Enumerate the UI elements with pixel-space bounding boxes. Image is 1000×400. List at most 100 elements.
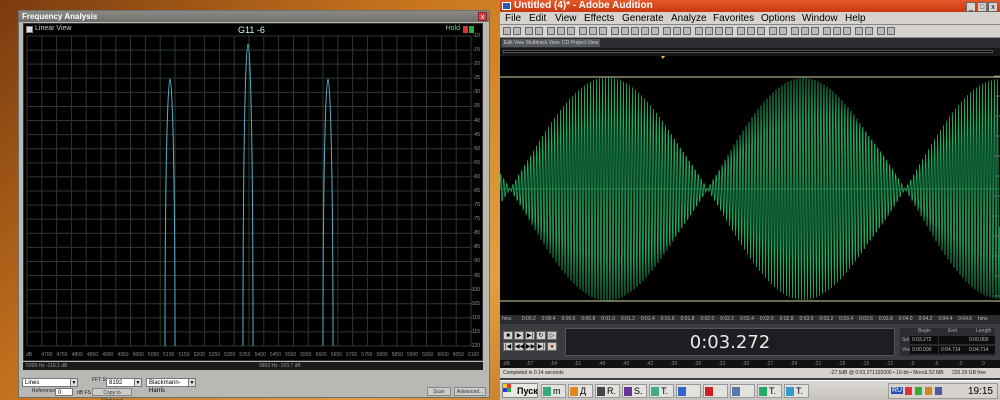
toolbar-button-icon[interactable] (823, 27, 831, 35)
go-start-button[interactable]: |◀ (503, 342, 513, 351)
toolbar-button-icon[interactable] (621, 27, 629, 35)
time-ruler[interactable]: hms 0:00.2 0:00.4 0:00.6 0:00.8 0:01.0 0:01.2 0… (500, 315, 1000, 324)
hold-green-button[interactable] (469, 26, 474, 33)
rewind-button[interactable]: ◀◀ (514, 342, 524, 351)
taskbar-item[interactable]: Д (568, 384, 593, 398)
toolbar-button-icon[interactable] (599, 27, 607, 35)
play-button[interactable]: ▶ (514, 331, 524, 340)
toolbar-button-icon[interactable] (801, 27, 809, 35)
view-length-field[interactable]: 0:04.714 (967, 346, 995, 354)
sel-end-field[interactable] (939, 336, 967, 344)
toolbar-button-icon[interactable] (663, 27, 671, 35)
toolbar-button-icon[interactable] (887, 27, 895, 35)
window-function-select[interactable]: Blackmann-Harris ▼ (146, 378, 196, 394)
taskbar-item[interactable]: S. (622, 384, 647, 398)
stop-button[interactable]: ■ (503, 331, 513, 340)
toolbar-button-icon[interactable] (747, 27, 755, 35)
audition-title[interactable]: Untitled (4)* - Adobe Audition (500, 0, 1000, 12)
copy-to-clipboard-button[interactable]: Copy to Clipboard (92, 388, 132, 400)
toolbar-button-icon[interactable] (877, 27, 885, 35)
taskbar-item[interactable]: T. (784, 384, 809, 398)
toolbar-button-icon[interactable] (503, 27, 511, 35)
toolbar-button-icon[interactable] (737, 27, 745, 35)
menu-help[interactable]: Help (845, 13, 866, 24)
toolbar-button-icon[interactable] (769, 27, 777, 35)
toolbar-button-icon[interactable] (579, 27, 587, 35)
menu-edit[interactable]: Edit (529, 13, 546, 24)
scan-button[interactable]: Scan (427, 387, 451, 396)
menu-window[interactable]: Window (802, 13, 838, 24)
menu-effects[interactable]: Effects (584, 13, 614, 24)
fast-forward-button[interactable]: ▶▶ (525, 342, 535, 351)
toolbar-button-icon[interactable] (525, 27, 533, 35)
toolbar-button-icon[interactable] (567, 27, 575, 35)
frequency-analysis-title[interactable]: Frequency Analysis (19, 11, 489, 22)
view-begin-field[interactable]: 0:00.000 (910, 346, 938, 354)
toolbar-button-icon[interactable] (683, 27, 691, 35)
toolbar-button-icon[interactable] (865, 27, 873, 35)
go-end-button[interactable]: ▶| (536, 342, 546, 351)
toolbar-button-icon[interactable] (791, 27, 799, 35)
close-button[interactable]: x (478, 12, 487, 21)
toolbar-button-icon[interactable] (705, 27, 713, 35)
toolbar-button-icon[interactable] (611, 27, 619, 35)
overview-bar[interactable] (500, 48, 1000, 56)
menu-favorites[interactable]: Favorites (713, 13, 754, 24)
hold-buttons[interactable] (462, 25, 480, 33)
menu-view[interactable]: View (555, 13, 577, 24)
chevron-down-icon[interactable]: ▼ (134, 379, 141, 386)
taskbar-item[interactable]: R. (595, 384, 620, 398)
toolbar-button-icon[interactable] (811, 27, 819, 35)
toolbar-button-icon[interactable] (843, 27, 851, 35)
reference-input[interactable]: 0 (55, 388, 73, 396)
taskbar-item[interactable]: T. (649, 384, 674, 398)
language-indicator[interactable]: RU (891, 387, 904, 394)
menu-generate[interactable]: Generate (622, 13, 664, 24)
advanced-button[interactable]: Advanced... (454, 387, 486, 396)
sel-length-field[interactable]: 0:00.000 (967, 336, 995, 344)
toolbar-button-icon[interactable] (757, 27, 765, 35)
overview-range[interactable] (503, 50, 993, 53)
tray-icon[interactable] (905, 387, 912, 395)
loop-button[interactable]: ↻ (536, 331, 546, 340)
waveform-display[interactable] (500, 56, 1000, 315)
tray-icon[interactable] (935, 387, 942, 395)
chevron-down-icon[interactable]: ▼ (188, 379, 195, 386)
menu-file[interactable]: File (505, 13, 521, 24)
fft-size-select[interactable]: 8192 ▼ (106, 378, 142, 387)
display-mode-select[interactable]: Lines ▼ (22, 378, 78, 387)
toolbar-button-icon[interactable] (833, 27, 841, 35)
toolbar-button-icon[interactable] (855, 27, 863, 35)
hold-red-button[interactable] (463, 26, 468, 33)
toolbar-button-icon[interactable] (651, 27, 659, 35)
linear-view-checkbox[interactable] (26, 26, 33, 33)
toolbar-button-icon[interactable] (641, 27, 649, 35)
tab-multitrack-view[interactable]: Multitrack View (524, 39, 562, 47)
menu-options[interactable]: Options (761, 13, 795, 24)
toolbar-button-icon[interactable] (695, 27, 703, 35)
maximize-button[interactable]: □ (977, 2, 987, 12)
taskbar-item[interactable] (703, 384, 728, 398)
taskbar-item[interactable] (730, 384, 755, 398)
menu-analyze[interactable]: Analyze (671, 13, 707, 24)
spectrum-plot[interactable]: Linear View G11 -6 Hold -10 -15 -20 -25 -30 -… (23, 23, 483, 361)
play-view-button[interactable]: ▷ (547, 331, 557, 340)
toolbar-button-icon[interactable] (673, 27, 681, 35)
record-button[interactable]: ● (547, 342, 557, 351)
tray-icon[interactable] (925, 387, 932, 395)
taskbar-item[interactable]: T. (757, 384, 782, 398)
play-to-end-button[interactable]: ▶| (525, 331, 535, 340)
sel-begin-field[interactable]: 0:03.272 (910, 336, 938, 344)
minimize-button[interactable]: _ (966, 2, 976, 12)
toolbar-button-icon[interactable] (547, 27, 555, 35)
view-end-field[interactable]: 0:04.714 (939, 346, 967, 354)
taskbar-item[interactable]: m (541, 384, 566, 398)
toolbar-button-icon[interactable] (513, 27, 521, 35)
taskbar-item[interactable] (676, 384, 701, 398)
toolbar-button-icon[interactable] (725, 27, 733, 35)
toolbar-button-icon[interactable] (779, 27, 787, 35)
tray-icon[interactable] (915, 387, 922, 395)
toolbar-button-icon[interactable] (557, 27, 565, 35)
toolbar-button-icon[interactable] (715, 27, 723, 35)
tab-cd-project-view[interactable]: CD Project View (560, 39, 601, 47)
